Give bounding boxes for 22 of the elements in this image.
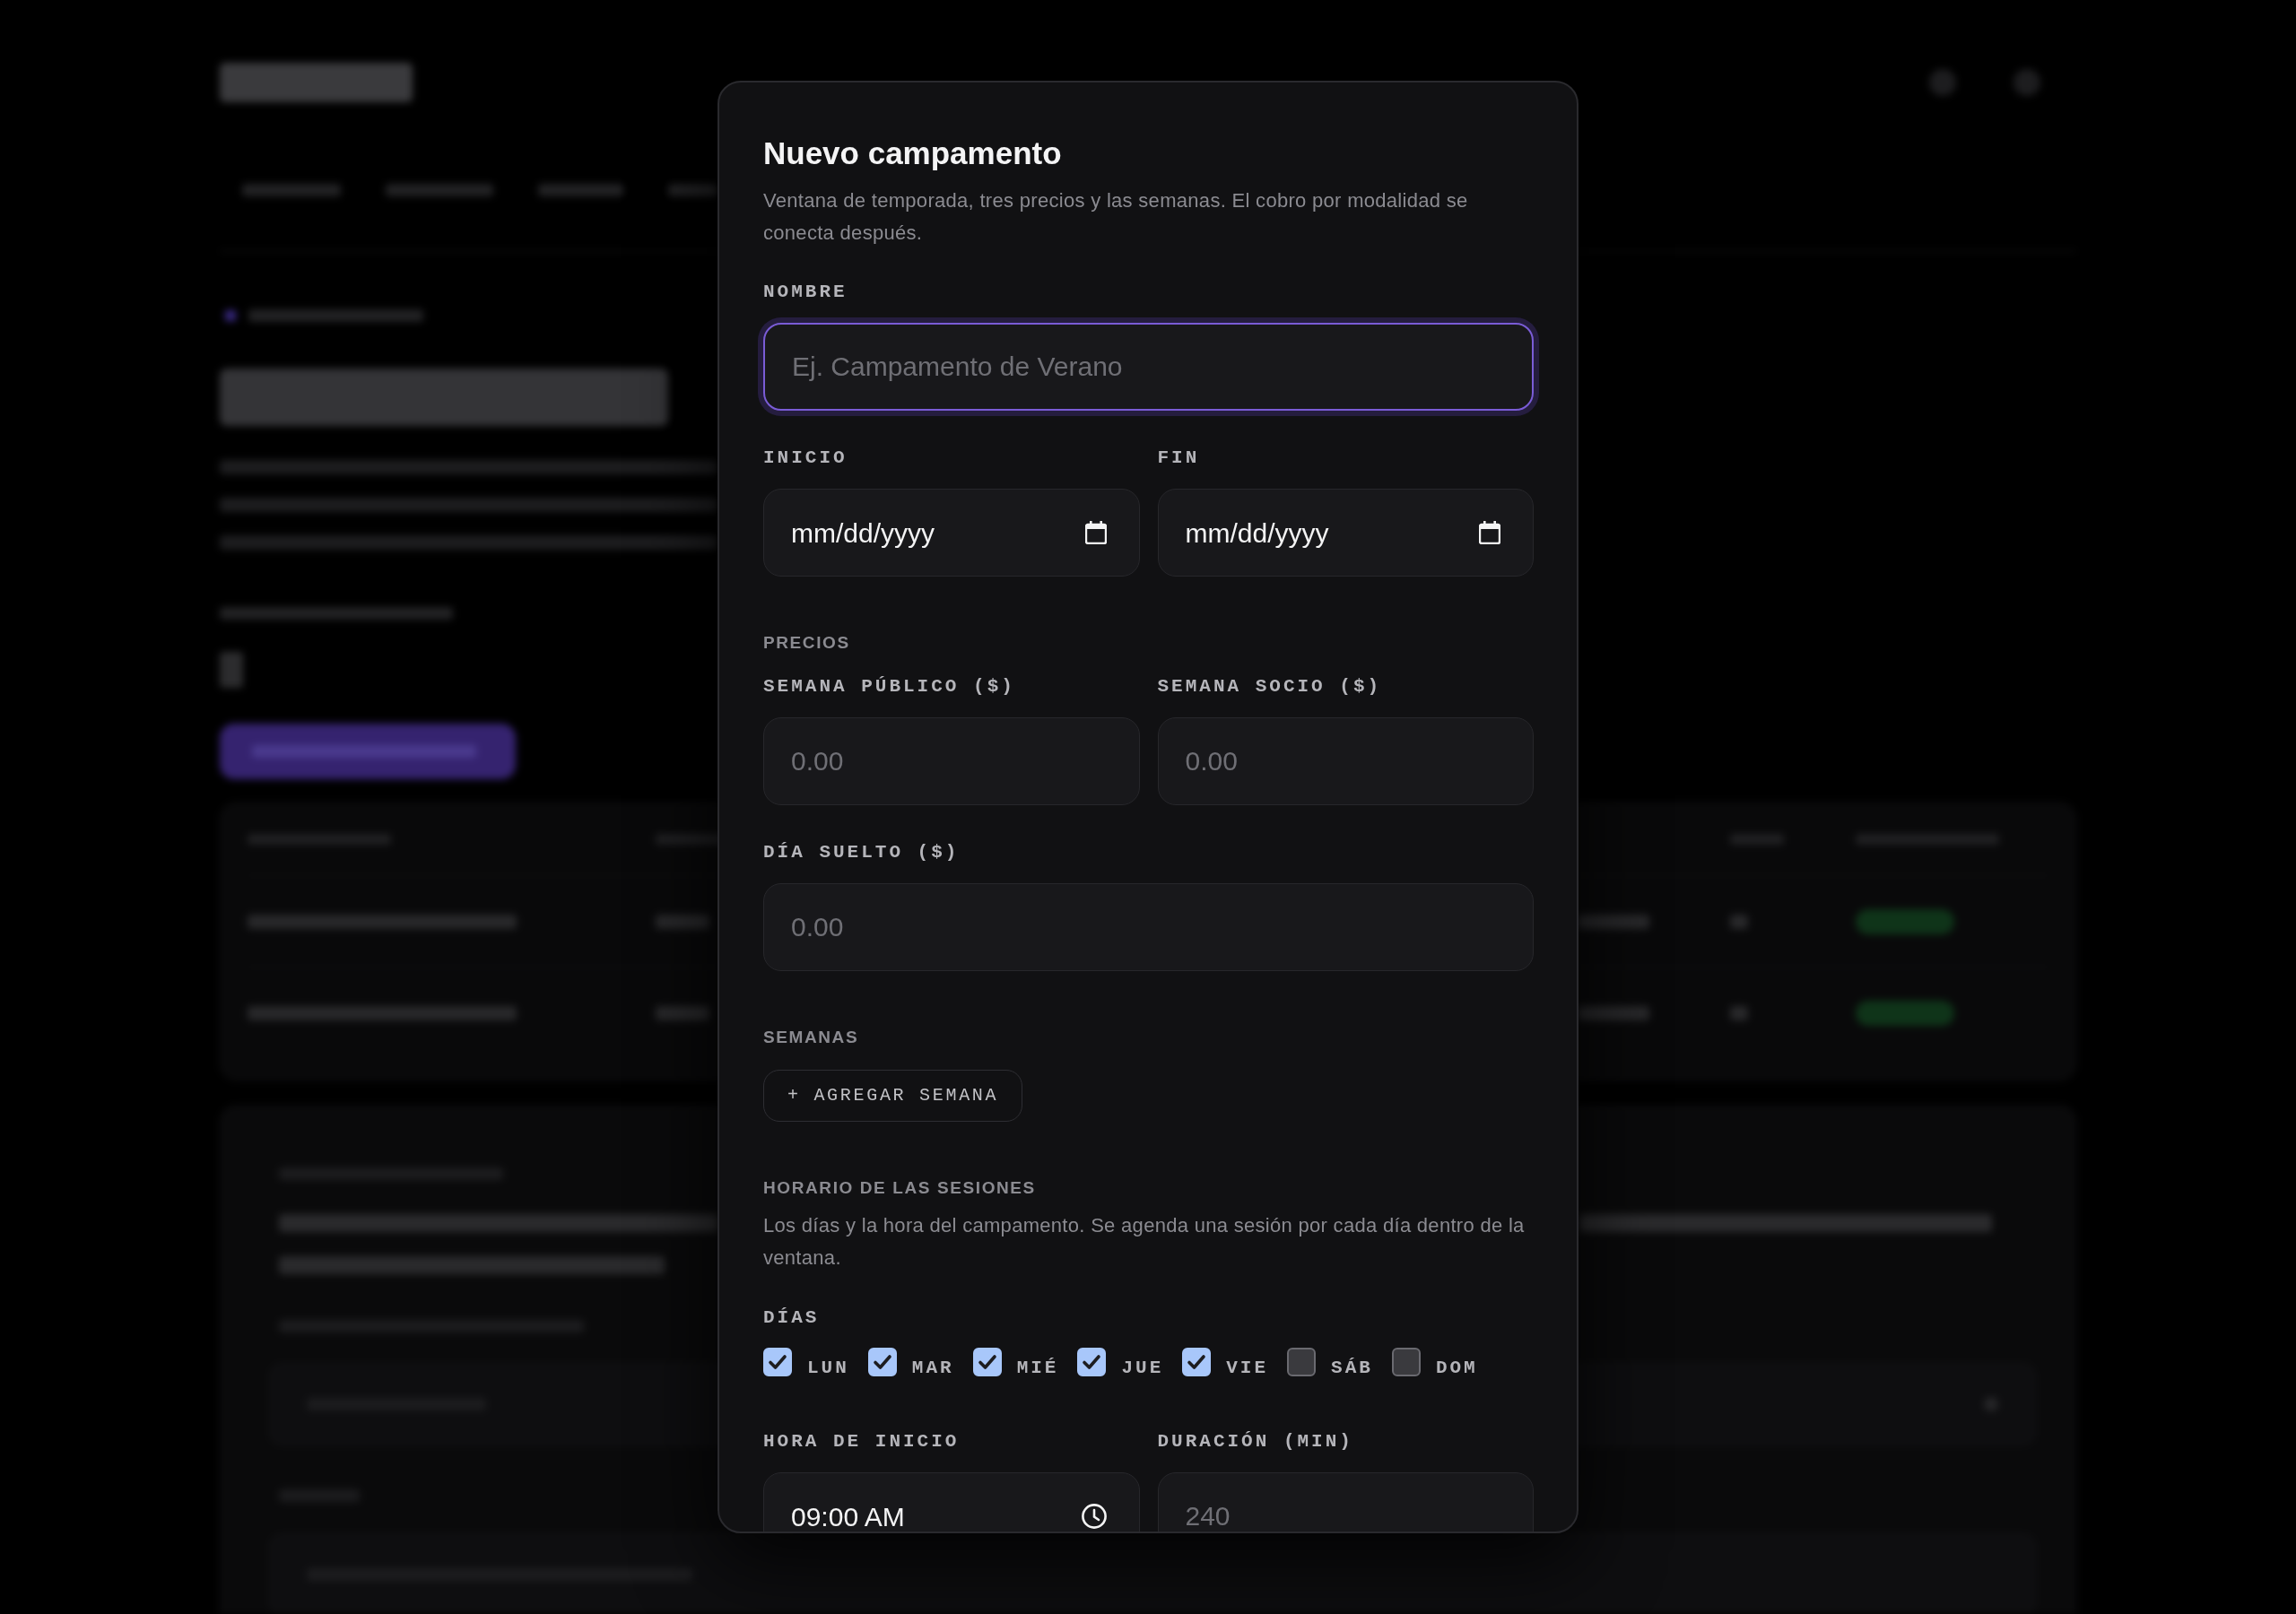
section-heading: HORARIO DE LAS SESIONES (763, 1177, 1037, 1199)
section-heading: SEMANAS (763, 1027, 860, 1048)
dialog-title: Nuevo campamento (763, 134, 1063, 172)
field-label: DÍAS (763, 1306, 821, 1330)
field-label: HORA DE INICIO (763, 1430, 961, 1453)
field-label: SEMANA PÚBLICO ($) (763, 675, 1016, 699)
checkbox-label: MIÉ (1016, 1357, 1059, 1380)
field-label: DURACIÓN (MIN) (1157, 1430, 1354, 1453)
dialog-subtitle: Ventana de temporada, tres precios y las semanas. El cobro por modalidad se conecta después. (763, 188, 1469, 246)
field-label: DÍA SUELTO ($) (763, 841, 961, 864)
section-heading: PRECIOS (763, 632, 851, 654)
field-label: FIN (1157, 447, 1201, 470)
checkbox-label: DOM (1435, 1357, 1478, 1380)
checkbox-label: JUE (1121, 1357, 1164, 1380)
checkbox-label: MAR (911, 1357, 954, 1380)
field-label: SEMANA SOCIO ($) (1157, 675, 1383, 699)
checkbox-label: VIE (1226, 1357, 1269, 1380)
field-label: INICIO (763, 447, 848, 470)
field-label: NOMBRE (763, 281, 848, 304)
checkbox-label: LUN (807, 1357, 849, 1380)
checkbox-label: SÁB (1331, 1357, 1373, 1380)
section-description: Los días y la hora del campamento. Se agenda una sesión por cada día dentro de la ventana. (763, 1213, 1526, 1271)
